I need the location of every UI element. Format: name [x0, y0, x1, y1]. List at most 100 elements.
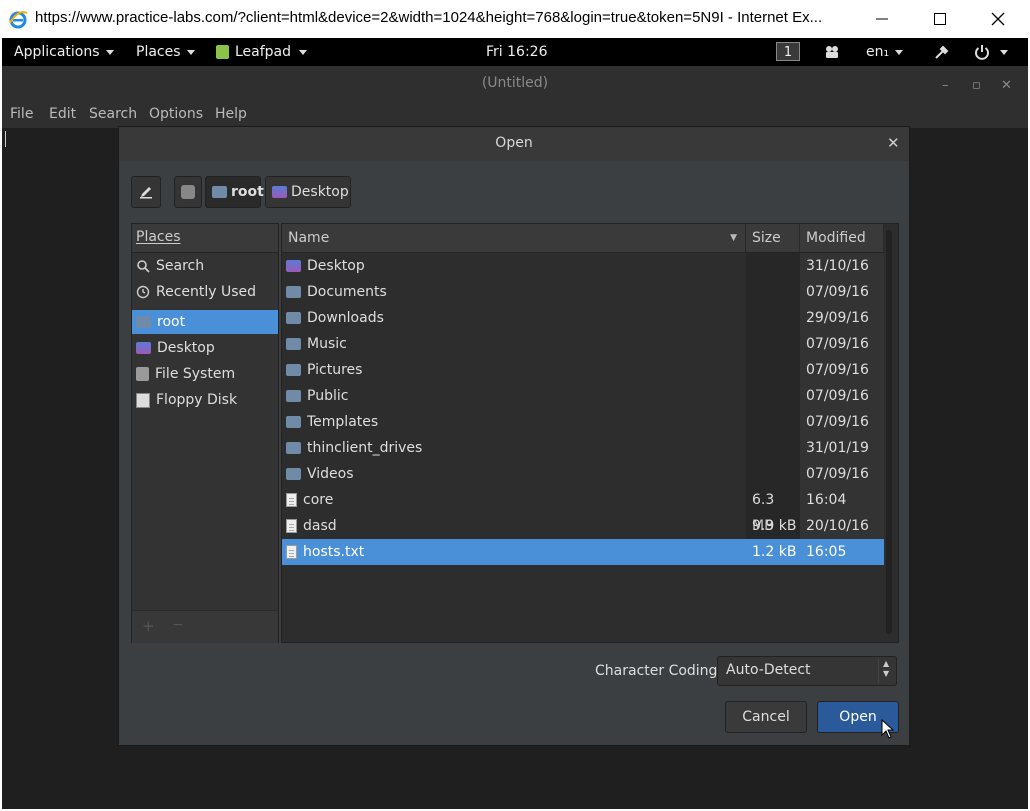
menu-options[interactable]: Options — [149, 106, 203, 122]
path-button-desktop[interactable]: Desktop — [265, 176, 351, 208]
add-bookmark-icon[interactable]: + — [142, 617, 155, 635]
file-name-cell: dasd — [282, 518, 746, 534]
file-name-cell: Templates — [282, 414, 746, 430]
places-header-label: Places — [136, 229, 181, 245]
file-name-cell: Videos — [282, 466, 746, 482]
window-maximize-icon[interactable]: ▫ — [972, 78, 981, 93]
file-row[interactable]: Videos 07/09/16 — [282, 461, 884, 487]
path-label: root — [231, 184, 264, 200]
camera-icon[interactable] — [824, 38, 840, 66]
file-name-cell: thinclient_drives — [282, 440, 746, 456]
close-button[interactable] — [969, 0, 1027, 38]
file-name: Templates — [307, 414, 379, 430]
cancel-button[interactable]: Cancel — [725, 701, 807, 733]
keyboard-layout-menu[interactable]: en₁ — [866, 38, 904, 66]
window-minimize-icon[interactable]: – — [942, 78, 949, 93]
file-row[interactable]: Music 07/09/16 — [282, 331, 884, 357]
window-close-icon[interactable]: ✕ — [1001, 78, 1012, 93]
places-item-label: Recently Used — [156, 284, 257, 300]
places-item-recently-used[interactable]: Recently Used — [132, 280, 278, 304]
maximize-button[interactable] — [911, 0, 969, 38]
applications-menu[interactable]: Applications — [14, 38, 114, 66]
vertical-scrollbar[interactable] — [886, 230, 892, 634]
file-name: Public — [307, 388, 349, 404]
search-icon — [137, 260, 150, 273]
file-row[interactable]: Desktop 31/10/16 — [282, 253, 884, 279]
file-row[interactable]: Downloads 29/09/16 — [282, 305, 884, 331]
places-item-search[interactable]: Search — [132, 254, 278, 278]
file-modified: 07/09/16 — [800, 409, 884, 435]
column-modified-header[interactable]: Modified — [800, 224, 884, 252]
file-size: 1.2 kB — [752, 544, 797, 560]
recent-icon — [136, 285, 150, 299]
places-menu[interactable]: Places — [136, 38, 195, 66]
file-modified: 07/09/16 — [800, 357, 884, 383]
path-root-button[interactable] — [174, 176, 202, 208]
workspace-indicator[interactable]: 1 — [776, 42, 800, 61]
places-sidebar: Places Search Recently Used root Desktop… — [131, 223, 279, 643]
file-row[interactable]: Public 07/09/16 — [282, 383, 884, 409]
places-item-file-system[interactable]: File System — [132, 362, 278, 386]
column-size-header[interactable]: Size — [746, 224, 800, 252]
file-size — [746, 435, 800, 461]
active-app-menu[interactable]: Leafpad — [216, 38, 308, 66]
spin-arrows-icon: ▲ ▼ — [878, 659, 889, 683]
file-name: Videos — [307, 466, 354, 482]
harddisk-icon — [181, 185, 195, 199]
file-name-cell: Desktop — [282, 258, 746, 274]
file-size — [746, 331, 800, 357]
path-button-root[interactable]: root — [205, 176, 264, 208]
file-row[interactable]: hosts.txt 1.2 kB 16:05 — [282, 539, 884, 565]
minimize-button[interactable] — [853, 0, 911, 38]
file-icon — [286, 545, 297, 559]
file-size — [746, 357, 800, 383]
keyboard-layout-label: en₁ — [866, 44, 890, 60]
clock[interactable]: Fri 16:26 — [486, 38, 547, 66]
chevron-down-icon — [299, 49, 308, 55]
column-name-header[interactable]: Name ▼ — [282, 224, 746, 252]
dialog-close-icon[interactable]: ✕ — [887, 134, 900, 152]
maximize-icon — [934, 13, 946, 25]
file-row[interactable]: dasd 9.9 kB 20/10/16 — [282, 513, 884, 539]
places-header[interactable]: Places — [132, 224, 278, 253]
file-modified: 31/10/16 — [800, 253, 884, 279]
desktop-folder-icon — [272, 186, 287, 198]
file-name: Downloads — [307, 310, 384, 326]
file-row[interactable]: Templates 07/09/16 — [282, 409, 884, 435]
file-name: Music — [307, 336, 347, 352]
home-icon — [136, 316, 151, 328]
file-icon — [286, 493, 297, 507]
file-size — [746, 253, 800, 279]
system-menu[interactable] — [974, 38, 1008, 66]
menu-help[interactable]: Help — [215, 106, 247, 122]
folder-icon — [286, 416, 301, 428]
pencil-icon — [140, 187, 152, 199]
home-folder-icon — [212, 186, 227, 198]
file-name-cell: Downloads — [282, 310, 746, 326]
places-item-root[interactable]: root — [132, 310, 278, 334]
menu-search[interactable]: Search — [89, 106, 137, 122]
file-size — [746, 409, 800, 435]
file-modified: 20/10/16 — [800, 513, 884, 539]
folder-icon — [286, 442, 301, 454]
type-location-button[interactable] — [131, 176, 161, 208]
file-row[interactable]: core 6.3 MB 16:04 — [282, 487, 884, 534]
character-coding-label: Character Coding: — [595, 663, 723, 679]
character-coding-select[interactable]: Auto-Detect ▲ ▼ — [717, 656, 897, 686]
file-modified: 07/09/16 — [800, 383, 884, 409]
file-name: dasd — [303, 518, 337, 534]
file-row[interactable]: Documents 07/09/16 — [282, 279, 884, 305]
places-footer: + − — [132, 610, 278, 643]
remove-bookmark-icon[interactable]: − — [172, 617, 184, 633]
file-modified: 16:04 — [800, 487, 884, 513]
leafpad-menubar: File Edit Search Options Help — [2, 102, 1028, 128]
file-row[interactable]: Pictures 07/09/16 — [282, 357, 884, 383]
places-item-floppy-disk[interactable]: Floppy Disk — [132, 388, 278, 412]
places-item-desktop[interactable]: Desktop — [132, 336, 278, 360]
menu-edit[interactable]: Edit — [49, 106, 76, 122]
file-row[interactable]: thinclient_drives 31/01/19 — [282, 435, 884, 461]
dialog-title: Open — [495, 135, 533, 151]
menu-file[interactable]: File — [10, 106, 33, 122]
accessibility-icon[interactable] — [934, 38, 950, 66]
minimize-icon — [876, 18, 888, 20]
